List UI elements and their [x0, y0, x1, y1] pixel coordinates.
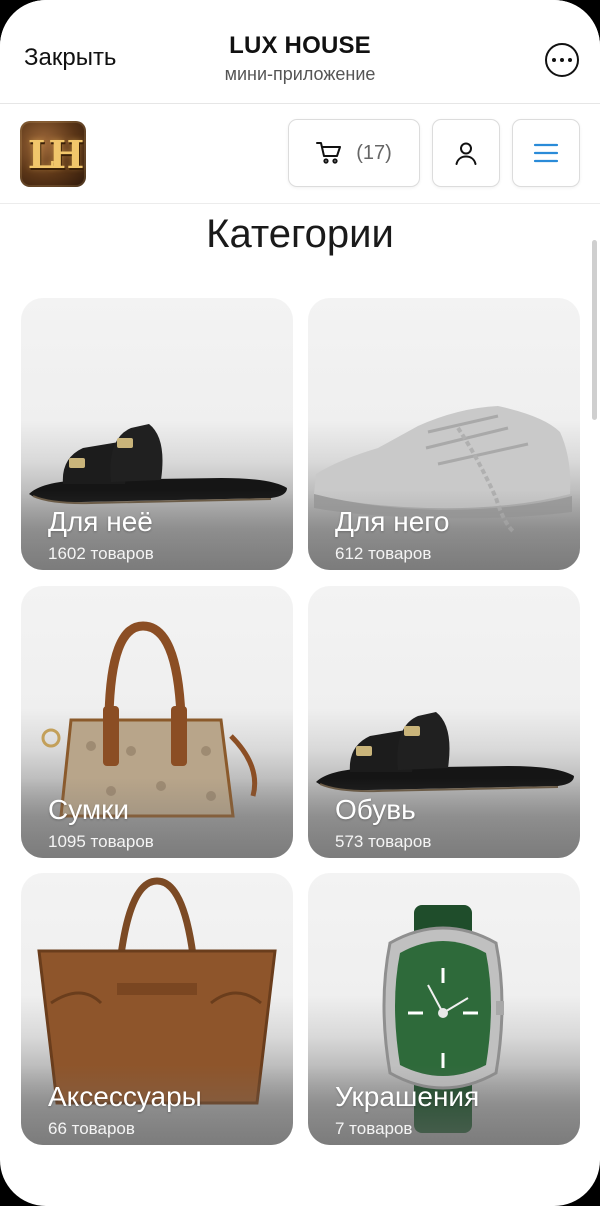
close-button[interactable]: Закрыть — [24, 44, 116, 72]
category-card-accessories[interactable]: Аксессуары 66 товаров — [21, 873, 293, 1145]
category-name: Обувь — [335, 794, 416, 825]
page-title: Категории — [206, 212, 394, 256]
mini-app-topbar: Закрыть LUX HOUSE мини-приложение — [0, 0, 600, 104]
app-title: LUX HOUSE — [229, 32, 371, 59]
cart-button[interactable]: (17) — [288, 119, 420, 187]
app-subtitle: мини-приложение — [224, 64, 376, 84]
menu-button[interactable] — [512, 119, 580, 187]
hamburger-menu-icon — [533, 143, 559, 163]
category-card-for-him[interactable]: Для него 612 товаров — [308, 298, 580, 570]
category-name: Для него — [335, 506, 450, 537]
shop-logo[interactable]: LH — [20, 121, 86, 187]
shop-header: LH (17) — [0, 104, 600, 204]
category-name: Сумки — [48, 794, 130, 825]
category-count: 1602 товаров — [48, 544, 154, 563]
category-count: 1095 товаров — [48, 832, 154, 851]
category-count: 66 товаров — [48, 1119, 135, 1138]
logo-text: LH — [27, 131, 85, 177]
profile-button[interactable] — [432, 119, 500, 187]
category-count: 612 товаров — [335, 544, 432, 563]
category-name: Украшения — [335, 1081, 480, 1112]
category-name: Для неё — [48, 506, 153, 537]
scrollbar-thumb[interactable] — [592, 240, 597, 420]
more-dots-icon[interactable] — [545, 43, 579, 77]
mini-app-screen: Закрыть LUX HOUSE мини-приложение LH (17… — [0, 0, 600, 1206]
cart-count: (17) — [356, 141, 392, 164]
category-card-shoes[interactable]: Обувь 573 товаров — [308, 586, 580, 858]
category-card-bags[interactable]: Сумки 1095 товаров — [21, 586, 293, 858]
cart-icon — [316, 142, 342, 164]
category-card-for-her[interactable]: Для неё 1602 товаров — [21, 298, 293, 570]
user-icon — [455, 142, 477, 165]
category-name: Аксессуары — [48, 1081, 202, 1112]
title-block: LUX HOUSE мини-приложение — [150, 32, 450, 85]
category-card-jewelry[interactable]: Украшения 7 товаров — [308, 873, 580, 1145]
category-count: 7 товаров — [335, 1119, 413, 1138]
category-count: 573 товаров — [335, 832, 432, 851]
